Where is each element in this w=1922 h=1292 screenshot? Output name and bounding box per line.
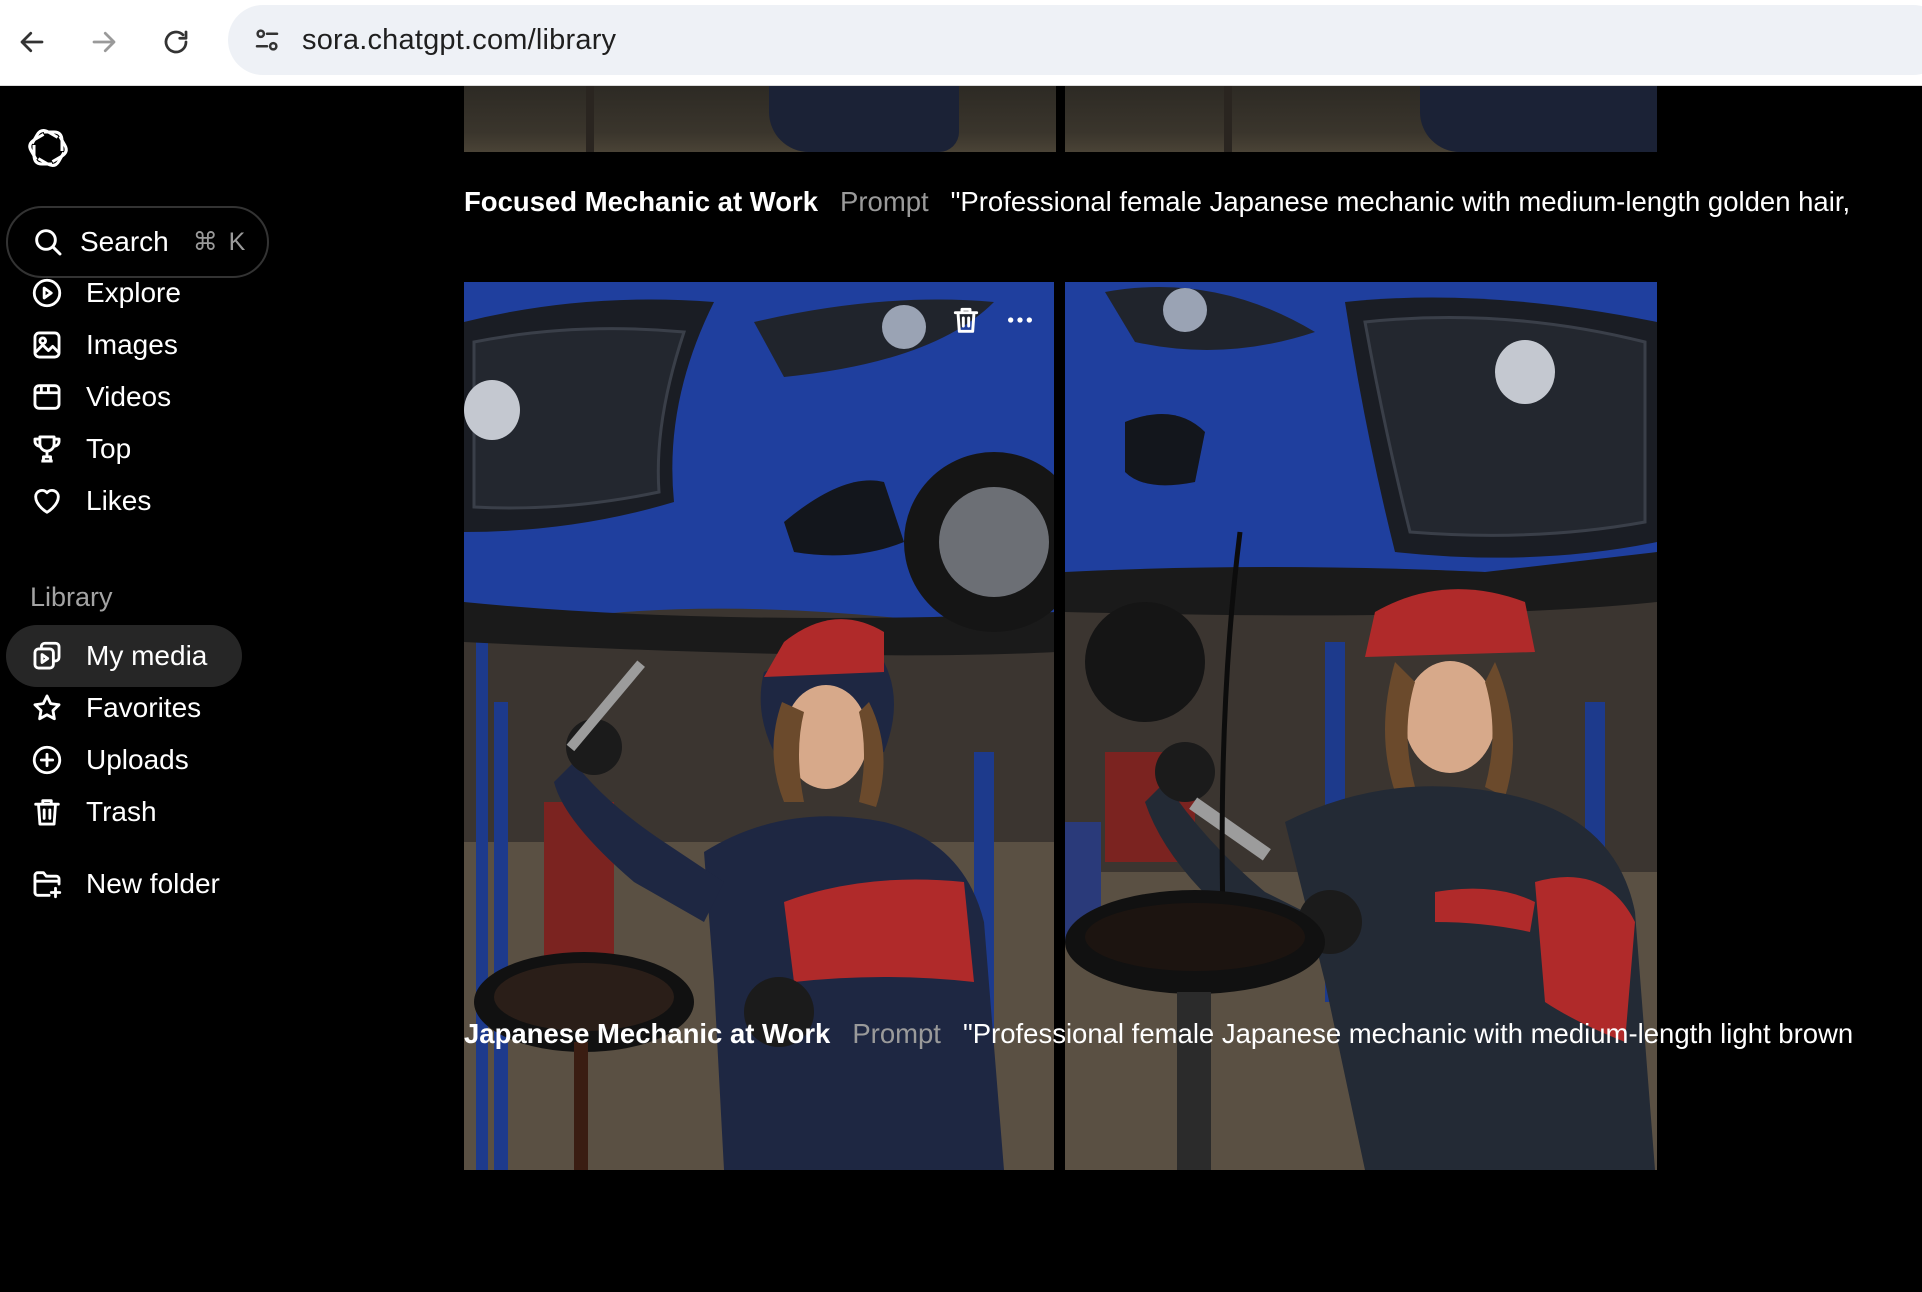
sidebar: Search ⌘ K Explore Images Videos Top Lik… (0, 86, 300, 1292)
media-caption: Focused Mechanic at Work Prompt "Professio… (464, 186, 1850, 218)
nav-item-label: Trash (86, 796, 157, 827)
trash-icon (953, 307, 979, 333)
nav-item-label: Uploads (86, 744, 189, 775)
nav-item-label: Top (86, 433, 132, 464)
new-folder-button[interactable]: New folder (6, 853, 220, 915)
forward-button[interactable] (80, 18, 128, 66)
reload-icon (164, 30, 188, 54)
search-label: Search (80, 226, 169, 257)
nav-item-label: Images (86, 329, 178, 360)
nav-item-label: Explore (86, 277, 181, 308)
nav-item-label: New folder (86, 868, 220, 899)
prompt-label: Prompt (840, 186, 929, 217)
prompt-text[interactable]: "Professional female Japanese mechanic w… (951, 186, 1850, 217)
search-icon (35, 229, 62, 256)
media-caption: Japanese Mechanic at Work Prompt "Professi… (464, 1018, 1853, 1050)
openai-logo-icon[interactable] (24, 124, 72, 172)
arrow-right-icon (92, 31, 116, 53)
reload-button[interactable] (152, 18, 200, 66)
library-section-title: Library (30, 582, 113, 612)
media-feed: Focused Mechanic at Work Prompt "Professio… (464, 86, 1922, 1292)
site-settings-icon[interactable] (248, 21, 286, 59)
explore-icon (30, 276, 64, 310)
arrow-left-icon (20, 31, 44, 53)
nav-item-label: Likes (86, 485, 152, 516)
plus-circle-icon (30, 743, 64, 777)
heart-icon (30, 484, 64, 518)
search-shortcut: ⌘ K (192, 228, 248, 256)
nav-item-likes[interactable]: Likes (6, 470, 151, 532)
back-button[interactable] (8, 18, 56, 66)
nav-item-label: Videos (86, 381, 172, 412)
my-media-icon (30, 639, 64, 673)
trash-icon (30, 795, 64, 829)
browser-toolbar: sora.chatgpt.com/library (0, 0, 1922, 86)
delete-button[interactable] (946, 300, 986, 340)
more-options-button[interactable] (1000, 300, 1040, 340)
address-bar[interactable]: sora.chatgpt.com/library (228, 5, 1922, 75)
folder-plus-icon (30, 867, 64, 901)
more-horizontal-icon (1008, 317, 1032, 323)
nav-item-label: My media (86, 640, 208, 671)
star-icon (30, 691, 64, 725)
prompt-text[interactable]: "Professional female Japanese mechanic w… (963, 1018, 1853, 1049)
images-icon (30, 328, 64, 362)
media-title[interactable]: Japanese Mechanic at Work (464, 1018, 830, 1049)
media-thumbnail[interactable] (1065, 86, 1657, 152)
trophy-icon (30, 432, 64, 466)
nav-item-trash[interactable]: Trash (6, 781, 157, 843)
videos-icon (30, 380, 64, 414)
nav-item-label: Favorites (86, 692, 202, 723)
media-title[interactable]: Focused Mechanic at Work (464, 186, 818, 217)
url-text: sora.chatgpt.com/library (302, 23, 617, 56)
prompt-label: Prompt (852, 1018, 941, 1049)
media-thumbnail[interactable] (464, 86, 1056, 152)
